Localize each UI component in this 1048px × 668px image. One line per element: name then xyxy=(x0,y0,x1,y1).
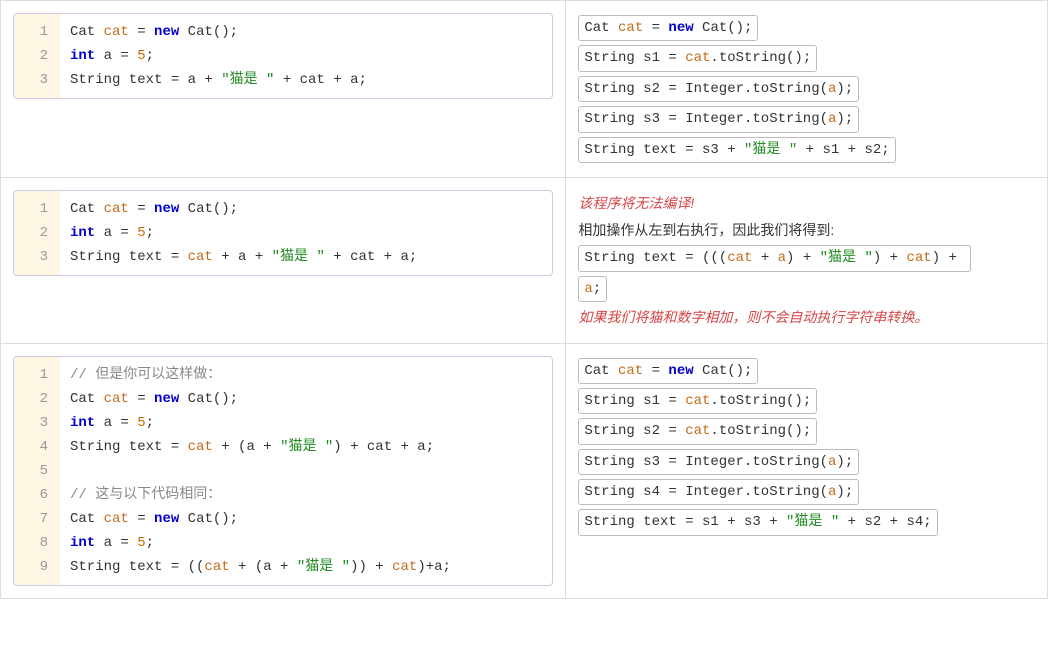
code-lines: Cat cat = new Cat();int a = 5;String tex… xyxy=(60,14,552,98)
code-line: // 这与以下代码相同： xyxy=(70,483,542,507)
code-line: Cat cat = new Cat(); xyxy=(70,197,542,221)
inline-code: String s3 = Integer.toString(a); xyxy=(578,106,859,132)
code-line: Cat cat = new Cat(); xyxy=(70,507,542,531)
inline-code: String text = s1 + s3 + "猫是 " + s2 + s4; xyxy=(578,509,937,535)
line-number: 1 xyxy=(14,20,60,44)
code-line: int a = 5; xyxy=(70,411,542,435)
line-number-gutter: 123456789 xyxy=(14,357,60,585)
inline-code: String s3 = Integer.toString(a); xyxy=(578,449,859,475)
code-example-cell: 123456789// 但是你可以这样做：Cat cat = new Cat()… xyxy=(1,343,566,598)
line-number: 2 xyxy=(14,387,60,411)
error-text: 该程序将无法编译! xyxy=(578,190,1035,217)
line-number: 1 xyxy=(14,197,60,221)
inline-code: String s1 = cat.toString(); xyxy=(578,388,817,414)
explanation-cell: 该程序将无法编译!相加操作从左到右执行，因此我们将得到:String text … xyxy=(566,177,1048,343)
code-line: int a = 5; xyxy=(70,221,542,245)
code-block: 123456789// 但是你可以这样做：Cat cat = new Cat()… xyxy=(13,356,553,586)
code-example-cell: 123Cat cat = new Cat();int a = 5;String … xyxy=(1,1,566,178)
line-number: 5 xyxy=(14,459,60,483)
line-number: 2 xyxy=(14,44,60,68)
line-number: 1 xyxy=(14,363,60,387)
code-block: 123Cat cat = new Cat();int a = 5;String … xyxy=(13,13,553,99)
line-number-gutter: 123 xyxy=(14,14,60,98)
code-lines: // 但是你可以这样做：Cat cat = new Cat();int a = … xyxy=(60,357,552,585)
explanation-cell: Cat cat = new Cat(); String s1 = cat.toSt… xyxy=(566,343,1048,598)
line-number-gutter: 123 xyxy=(14,191,60,275)
inline-code: String s2 = Integer.toString(a); xyxy=(578,76,859,102)
code-lines: Cat cat = new Cat();int a = 5;String tex… xyxy=(60,191,552,275)
table-row: 123456789// 但是你可以这样做：Cat cat = new Cat()… xyxy=(1,343,1048,598)
table-row: 123Cat cat = new Cat();int a = 5;String … xyxy=(1,1,1048,178)
code-line: // 但是你可以这样做： xyxy=(70,363,542,387)
error-text: 如果我们将猫和数字相加，则不会自动执行字符串转换。 xyxy=(578,304,1035,331)
inline-code: a; xyxy=(578,276,607,302)
code-line: Cat cat = new Cat(); xyxy=(70,387,542,411)
explanation-text: 相加操作从左到右执行，因此我们将得到: xyxy=(578,217,1035,244)
inline-code: String text = (((cat + a) + "猫是 ") + cat… xyxy=(578,245,971,271)
inline-code: String s1 = cat.toString(); xyxy=(578,45,817,71)
code-block: 123Cat cat = new Cat();int a = 5;String … xyxy=(13,190,553,276)
inline-code: String s4 = Integer.toString(a); xyxy=(578,479,859,505)
line-number: 2 xyxy=(14,221,60,245)
code-line: String text = a + "猫是 " + cat + a; xyxy=(70,68,542,92)
inline-code: String text = s3 + "猫是 " + s1 + s2; xyxy=(578,137,895,163)
line-number: 6 xyxy=(14,483,60,507)
code-line: String text = cat + (a + "猫是 ") + cat + … xyxy=(70,435,542,459)
code-line: String text = ((cat + (a + "猫是 ")) + cat… xyxy=(70,555,542,579)
inline-code: Cat cat = new Cat(); xyxy=(578,358,758,384)
line-number: 3 xyxy=(14,245,60,269)
line-number: 3 xyxy=(14,68,60,92)
line-number: 9 xyxy=(14,555,60,579)
line-number: 8 xyxy=(14,531,60,555)
code-line xyxy=(70,459,542,483)
code-example-cell: 123Cat cat = new Cat();int a = 5;String … xyxy=(1,177,566,343)
inline-code: String s2 = cat.toString(); xyxy=(578,418,817,444)
line-number: 7 xyxy=(14,507,60,531)
code-line: String text = cat + a + "猫是 " + cat + a; xyxy=(70,245,542,269)
code-line: Cat cat = new Cat(); xyxy=(70,20,542,44)
line-number: 4 xyxy=(14,435,60,459)
comparison-table: 123Cat cat = new Cat();int a = 5;String … xyxy=(0,0,1048,599)
code-line: int a = 5; xyxy=(70,44,542,68)
explanation-cell: Cat cat = new Cat(); String s1 = cat.toSt… xyxy=(566,1,1048,178)
table-row: 123Cat cat = new Cat();int a = 5;String … xyxy=(1,177,1048,343)
line-number: 3 xyxy=(14,411,60,435)
code-line: int a = 5; xyxy=(70,531,542,555)
inline-code: Cat cat = new Cat(); xyxy=(578,15,758,41)
